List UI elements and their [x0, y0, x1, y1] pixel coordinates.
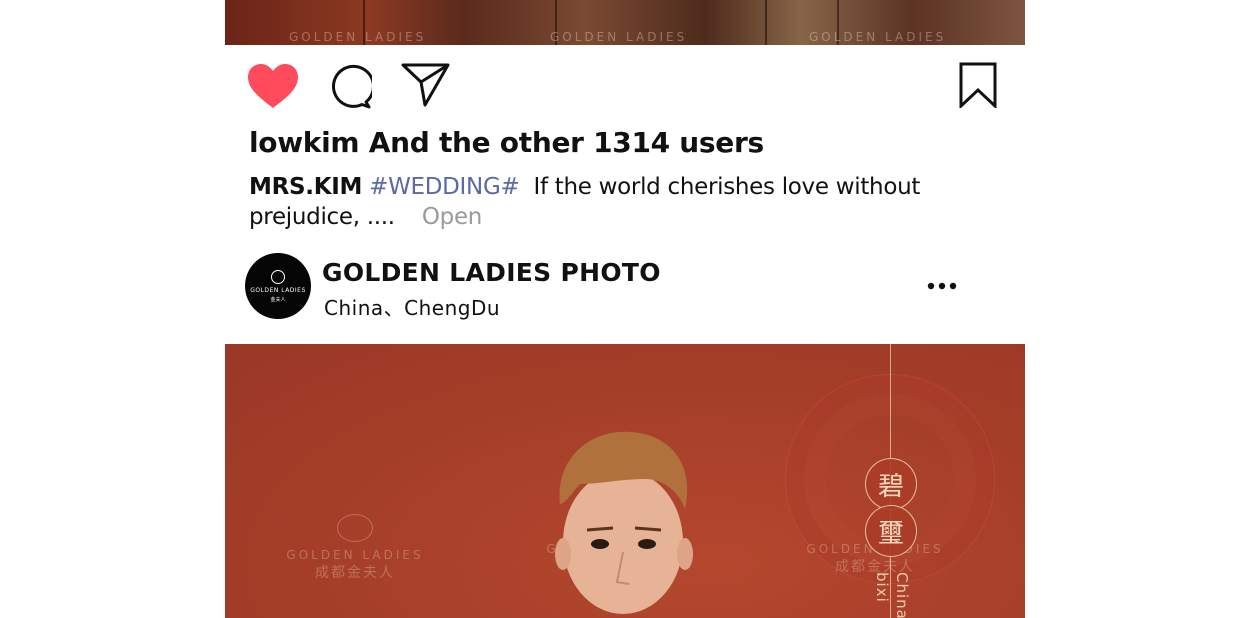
likes-count-text[interactable]: lowkim And the other 1314 users [249, 126, 764, 159]
photo-watermark: GOLDEN LADIES [289, 30, 427, 44]
post-action-bar [225, 45, 1025, 125]
photo-watermark: GOLDEN LADIES 成都金夫人 [285, 514, 425, 582]
caption-open-link[interactable]: Open [422, 204, 483, 230]
vertical-label: China [893, 572, 911, 618]
caption-hashtag[interactable]: #WEDDING# [369, 174, 520, 200]
previous-post-photo[interactable]: GOLDEN LADIES GOLDEN LADIES GOLDEN LADIE… [225, 0, 1025, 45]
photo-watermark: GOLDEN LADIES [809, 30, 947, 44]
portrait-figure [555, 431, 693, 614]
watermark-logo-icon [337, 514, 373, 542]
comment-icon[interactable] [326, 64, 372, 110]
avatar[interactable]: GOLDEN LADIES 金夫人 [245, 253, 311, 319]
avatar-brand-subtext: 金夫人 [270, 296, 286, 303]
photo-panel-divider [765, 0, 767, 45]
post-location[interactable]: China、ChengDu [324, 292, 500, 321]
post-header: GOLDEN LADIES 金夫人 GOLDEN LADIES PHOTO Ch… [225, 250, 1025, 322]
seal-emblem: 碧 [865, 458, 917, 510]
send-icon[interactable] [401, 62, 451, 108]
photo-watermark: GOLDEN LADIES [550, 30, 688, 44]
brand-logo-icon [271, 269, 285, 284]
caption-username[interactable]: MRS.KIM [249, 174, 362, 200]
post-caption: MRS.KIM #WEDDING# If the world cherishes… [249, 172, 949, 232]
account-name[interactable]: GOLDEN LADIES PHOTO [322, 258, 661, 287]
heart-icon[interactable] [247, 64, 299, 110]
feed: GOLDEN LADIES GOLDEN LADIES GOLDEN LADIE… [225, 0, 1025, 618]
post-photo[interactable]: GOLDEN LADIES 成都金夫人 GOLDEN LADIES 成都金夫人 … [225, 344, 1025, 618]
bookmark-icon[interactable] [959, 62, 997, 108]
seal-emblem: 璽 [865, 505, 917, 557]
vertical-label: bixi [873, 572, 891, 603]
avatar-brand-text: GOLDEN LADIES [250, 286, 306, 294]
more-dots-icon[interactable] [925, 272, 959, 300]
